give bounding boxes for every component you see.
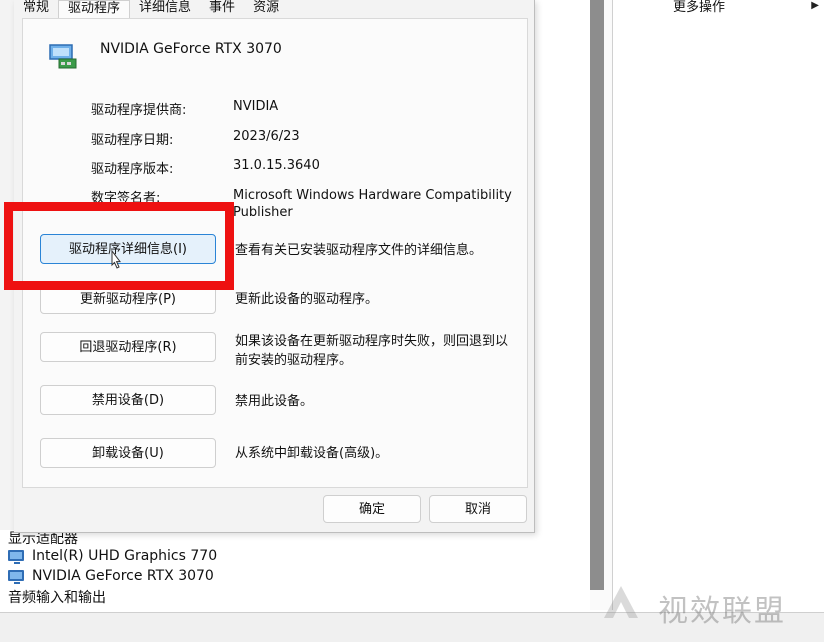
scrollbar[interactable] bbox=[590, 0, 604, 590]
action-description: 从系统中卸载设备(高级)。 bbox=[235, 446, 389, 461]
disable-device-button[interactable]: 禁用设备(D) bbox=[40, 385, 216, 415]
property-label: 驱动程序版本: bbox=[91, 162, 174, 177]
ok-button[interactable]: 确定 bbox=[323, 495, 421, 523]
tab-strip: 常规 驱动程序 详细信息 事件 资源 bbox=[14, 0, 288, 19]
property-label: 驱动程序提供商: bbox=[91, 103, 187, 118]
more-actions-item[interactable]: 更多操作 bbox=[673, 0, 725, 15]
watermark-text: 视效联盟 bbox=[658, 594, 786, 629]
mouse-pointer-icon bbox=[111, 250, 122, 269]
action-description: 如果该设备在更新驱动程序时失败，则回退到以前安装的驱动程序。 bbox=[235, 334, 509, 368]
tab-driver[interactable]: 驱动程序 bbox=[58, 0, 131, 19]
tree-item-intel-gpu[interactable]: Intel(R) UHD Graphics 770 bbox=[8, 546, 217, 566]
highlight-box bbox=[4, 202, 234, 290]
display-adapter-icon bbox=[49, 44, 77, 69]
property-value: NVIDIA bbox=[233, 99, 279, 114]
actions-panel: 更多操作 ▶ bbox=[612, 0, 824, 610]
monitor-icon bbox=[8, 570, 26, 584]
roll-back-driver-button[interactable]: 回退驱动程序(R) bbox=[40, 332, 216, 362]
tree-item-label: Intel(R) UHD Graphics 770 bbox=[32, 548, 218, 564]
actions-pane: 更多操作 ▶ bbox=[590, 0, 824, 610]
monitor-icon bbox=[8, 550, 26, 564]
property-label: 驱动程序日期: bbox=[91, 133, 174, 148]
chevron-right-icon[interactable]: ▶ bbox=[811, 0, 819, 11]
cancel-button[interactable]: 取消 bbox=[429, 495, 527, 523]
tree-category-label: 音频输入和输出 bbox=[8, 590, 106, 606]
action-description: 查看有关已安装驱动程序文件的详细信息。 bbox=[235, 243, 483, 258]
property-value: 2023/6/23 bbox=[233, 129, 300, 144]
tab-resources[interactable]: 资源 bbox=[244, 0, 288, 18]
device-name: NVIDIA GeForce RTX 3070 bbox=[100, 41, 282, 57]
action-description: 禁用此设备。 bbox=[235, 394, 314, 409]
uninstall-device-button[interactable]: 卸载设备(U) bbox=[40, 438, 216, 468]
tab-events[interactable]: 事件 bbox=[200, 0, 244, 18]
tab-details[interactable]: 详细信息 bbox=[130, 0, 200, 18]
tree-category-audio[interactable]: 音频输入和输出 bbox=[8, 587, 106, 607]
property-value: 31.0.15.3640 bbox=[233, 158, 320, 173]
watermark-logo-icon bbox=[604, 586, 638, 618]
tab-general[interactable]: 常规 bbox=[14, 0, 58, 18]
property-value: Microsoft Windows Hardware Compatibility… bbox=[233, 188, 512, 220]
action-description: 更新此设备的驱动程序。 bbox=[235, 292, 379, 307]
tree-item-label: NVIDIA GeForce RTX 3070 bbox=[32, 568, 214, 584]
tree-item-nvidia-gpu[interactable]: NVIDIA GeForce RTX 3070 bbox=[8, 566, 214, 586]
